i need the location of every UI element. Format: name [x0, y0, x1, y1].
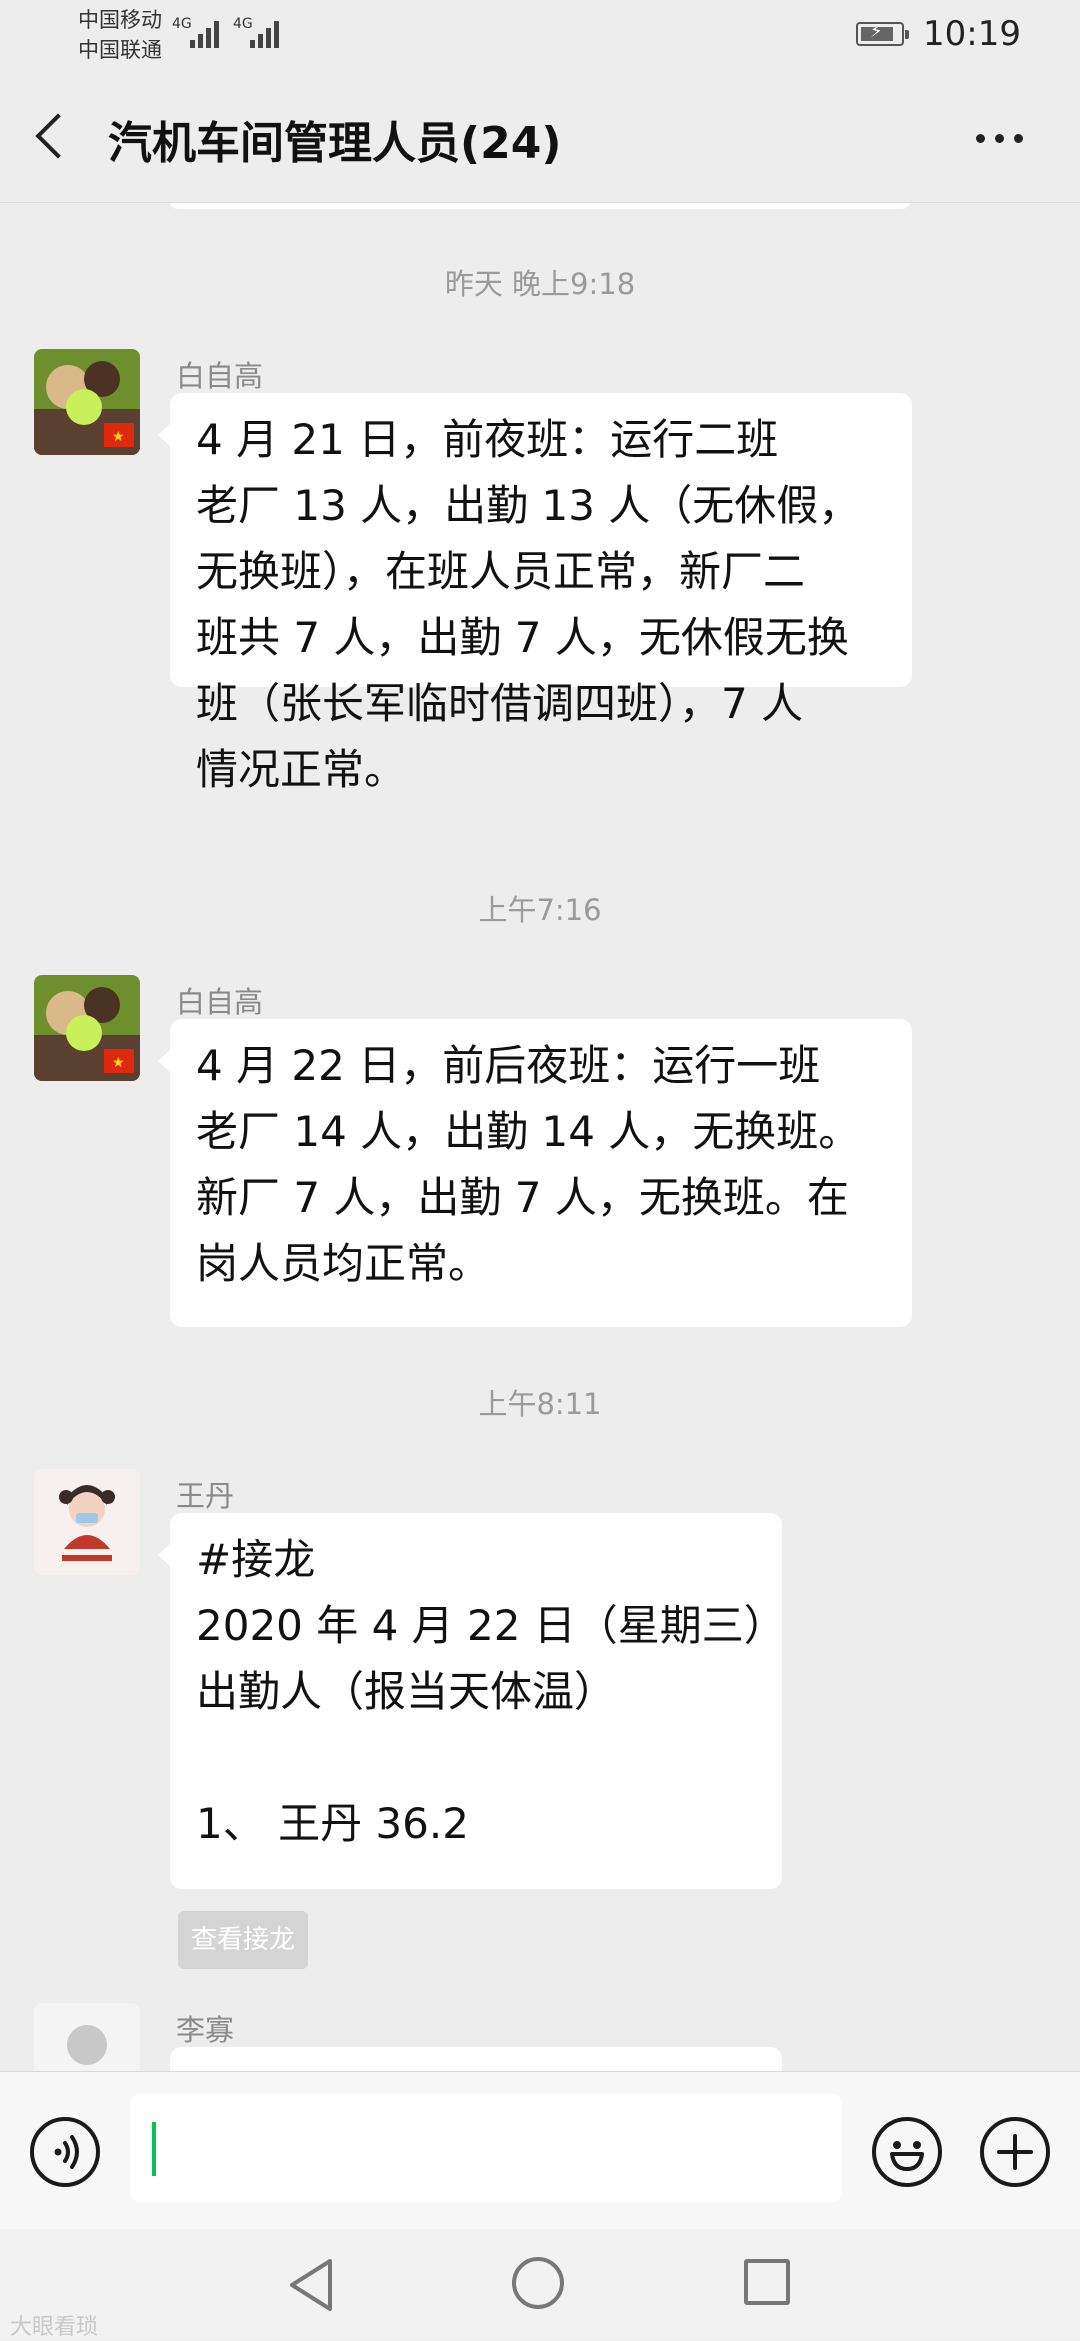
nav-home-icon[interactable]	[512, 2257, 564, 2309]
network-type-1: 4G	[172, 16, 192, 32]
chat-area[interactable]: 昨天 晚上9:18 ★ 白自高 4 月 21 日，前夜班：运行二班 老厂 13 …	[0, 203, 1080, 2071]
signal-icon-2	[250, 18, 279, 48]
avatar[interactable]: ★	[34, 349, 140, 455]
voice-icon[interactable]	[30, 2117, 100, 2187]
avatar[interactable]	[34, 1469, 140, 1575]
message-line: 4 月 21 日，前夜班：运行二班	[196, 415, 779, 464]
chevron-left-icon[interactable]	[34, 112, 68, 146]
message-timestamp: 昨天 晚上9:18	[444, 267, 636, 301]
sender-name: 白自高	[176, 985, 264, 1019]
system-nav-bar: 大眼看琐	[0, 2229, 1080, 2340]
chat-title: 汽机车间管理人员(24)	[108, 118, 562, 169]
avatar[interactable]: ★	[34, 975, 140, 1081]
emoji-icon[interactable]	[872, 2117, 942, 2187]
chat-header: 汽机车间管理人员(24)	[0, 72, 1080, 203]
nav-back-icon[interactable]	[286, 2257, 336, 2317]
more-dots-icon[interactable]	[976, 134, 1023, 143]
svg-text:★: ★	[112, 1055, 125, 1071]
message-line: 岗人员均正常。	[196, 1239, 491, 1288]
message-bubble[interactable]: 4 月 22 日，前后夜班：运行一班 老厂 14 人，出勤 14 人，无换班。 …	[158, 1019, 912, 1327]
message-bubble[interactable]: 4 月 21 日，前夜班：运行二班 老厂 13 人，出勤 13 人（无休假， 无…	[158, 393, 912, 794]
message-line: 出勤人（报当天体温）	[196, 1667, 617, 1716]
message-bubble[interactable]	[170, 2047, 782, 2071]
sender-name: 白自高	[176, 359, 264, 393]
message-line: 1、 王丹 36.2	[196, 1799, 469, 1848]
plus-icon[interactable]	[980, 2117, 1050, 2187]
message-line: 班（张长军临时借调四班），7 人	[196, 679, 804, 728]
message-line	[196, 1725, 756, 1791]
message-line: 班共 7 人，出勤 7 人，无休假无换	[196, 613, 849, 662]
nav-recents-icon[interactable]	[744, 2259, 790, 2305]
sender-name: 李寡	[176, 2013, 235, 2047]
carrier-label-1: 中国移动	[78, 8, 162, 32]
message-line: 情况正常。	[196, 745, 407, 794]
previous-message-bubble[interactable]	[170, 203, 910, 209]
message-line: 新厂 7 人，出勤 7 人，无换班。在	[196, 1173, 849, 1222]
message-line: 无换班），在班人员正常，新厂二	[196, 547, 806, 596]
svg-text:★: ★	[112, 429, 125, 445]
message-bubble[interactable]: #接龙 2020 年 4 月 22 日（星期三） 出勤人（报当天体温） 1、 王…	[158, 1513, 786, 1889]
message-line: 老厂 13 人，出勤 13 人（无休假，	[196, 481, 861, 530]
text-cursor	[152, 2122, 156, 2176]
avatar[interactable]	[34, 2003, 140, 2071]
view-jielong-button[interactable]: 查看接龙	[178, 1911, 308, 1969]
signal-icon	[190, 18, 219, 48]
message-line: 4 月 22 日，前后夜班：运行一班	[196, 1041, 821, 1090]
message-line: #接龙	[196, 1535, 316, 1584]
sender-name: 王丹	[176, 1479, 235, 1513]
battery-icon: ⚡	[856, 21, 909, 46]
message-input[interactable]	[130, 2094, 842, 2202]
message-line: 2020 年 4 月 22 日（星期三）	[196, 1601, 786, 1650]
status-time: 10:19	[923, 14, 1021, 54]
watermark: 大眼看琐	[10, 2315, 99, 2340]
input-bar	[0, 2071, 1080, 2230]
carrier-label-2: 中国联通	[78, 38, 162, 62]
status-bar: 中国移动 中国联通 4G 4G ⚡ 10:19	[0, 0, 1080, 72]
message-line: 老厂 14 人，出勤 14 人，无换班。	[196, 1107, 861, 1156]
message-timestamp: 上午8:11	[478, 1387, 602, 1421]
message-timestamp: 上午7:16	[478, 893, 602, 927]
